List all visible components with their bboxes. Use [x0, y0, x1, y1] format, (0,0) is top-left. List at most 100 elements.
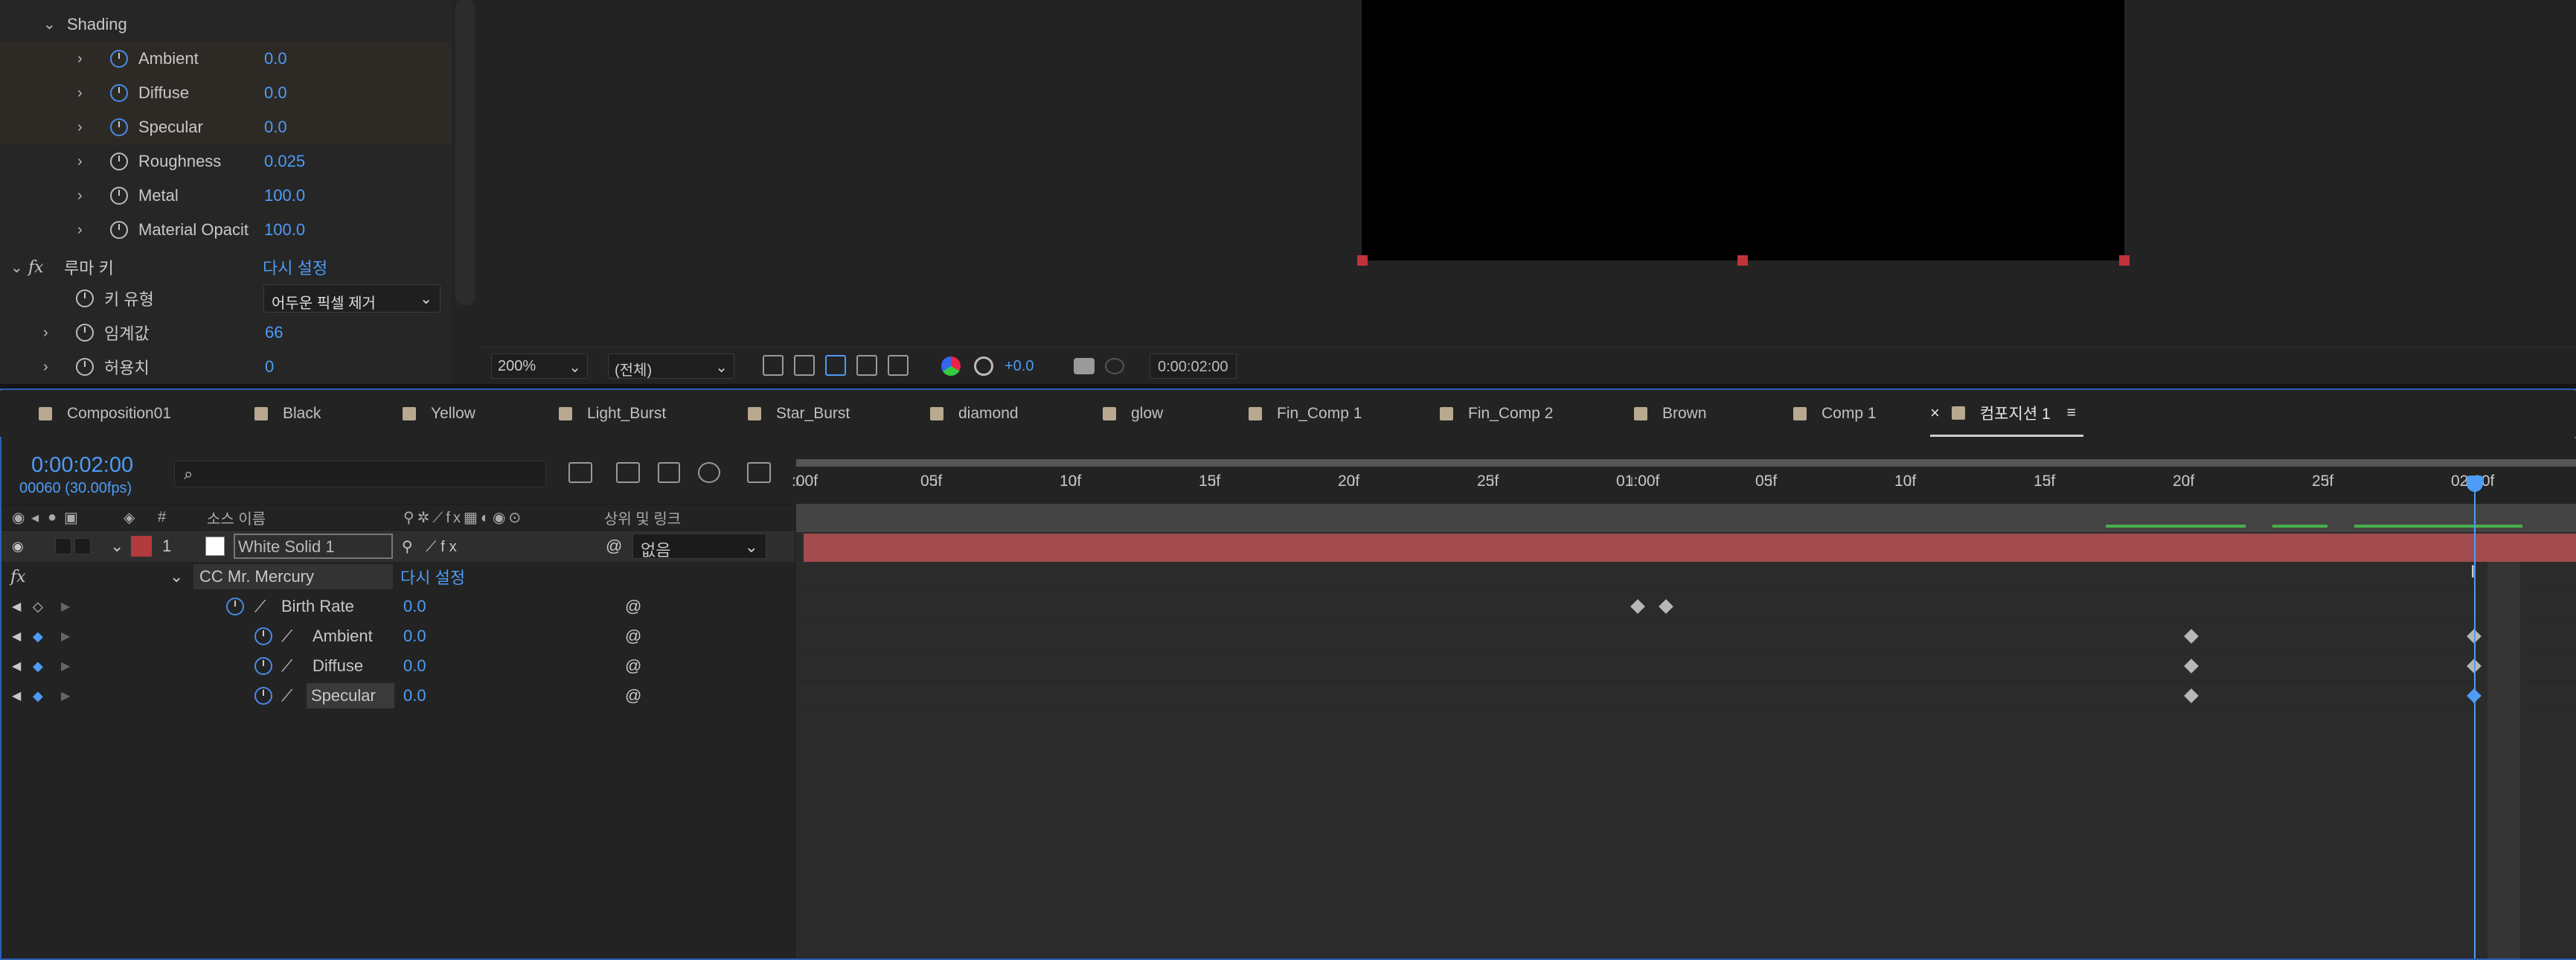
- parent-link-header[interactable]: 상위 및 링크: [604, 507, 681, 528]
- pickwhip-icon[interactable]: @: [625, 627, 641, 646]
- prop-row-ambient[interactable]: ◀ ◆ ▶ ⟋ Ambient 0.0 @: [1, 621, 795, 651]
- comp-mini-flowchart-icon[interactable]: [568, 462, 592, 483]
- resolution-dropdown[interactable]: (전체) ⌄: [608, 353, 734, 379]
- show-snapshot-icon[interactable]: [1105, 358, 1124, 374]
- graph-icon[interactable]: ⟋: [281, 627, 292, 646]
- transform-handle[interactable]: [2119, 255, 2130, 266]
- property-value[interactable]: 100.0: [264, 186, 305, 205]
- effect-row[interactable]: fx ⌄ CC Mr. Mercury 다시 설정: [1, 562, 795, 592]
- luma-key-effect-row[interactable]: ⌄ fx 루마 키 다시 설정: [0, 250, 452, 284]
- region-of-interest-icon[interactable]: [856, 355, 877, 376]
- transparency-grid-icon[interactable]: [794, 355, 815, 376]
- color-channels-icon[interactable]: [941, 356, 961, 376]
- tab-light-burst[interactable]: Light_Burst: [559, 391, 666, 437]
- keyframe[interactable]: [2184, 629, 2199, 644]
- pickwhip-icon[interactable]: @: [625, 686, 641, 705]
- next-keyframe-icon[interactable]: ▶: [61, 599, 70, 614]
- label-tag-icon[interactable]: ◈: [124, 508, 135, 527]
- fx-icon[interactable]: fx: [10, 568, 26, 586]
- visibility-eye-icon[interactable]: ◉: [12, 539, 24, 554]
- graph-icon[interactable]: ⟋: [281, 656, 292, 676]
- stopwatch-icon[interactable]: [110, 118, 128, 136]
- playhead-line[interactable]: [2474, 487, 2476, 959]
- stopwatch-icon[interactable]: [110, 221, 128, 239]
- add-keyframe-icon[interactable]: ◇: [33, 599, 43, 615]
- prop-value[interactable]: 0.0: [403, 597, 426, 616]
- keyframe[interactable]: [1630, 599, 1645, 614]
- property-row-diffuse[interactable]: › Diffuse 0.0: [0, 76, 452, 110]
- prop-row-diffuse[interactable]: ◀ ◆ ▶ ⟋ Diffuse 0.0 @: [1, 651, 795, 681]
- audio-icon[interactable]: ◂: [31, 508, 39, 527]
- chevron-right-icon[interactable]: ›: [77, 153, 83, 170]
- property-value[interactable]: 0.0: [264, 83, 287, 103]
- chevron-down-icon[interactable]: ⌄: [170, 567, 183, 586]
- chevron-right-icon[interactable]: ›: [77, 119, 83, 136]
- reset-link[interactable]: 다시 설정: [263, 255, 327, 279]
- prev-keyframe-icon[interactable]: ◀: [12, 599, 21, 614]
- property-value[interactable]: 0: [265, 357, 274, 377]
- stopwatch-icon[interactable]: [254, 657, 272, 675]
- key-type-dropdown[interactable]: 어두운 픽셀 제거 ⌄: [263, 284, 440, 313]
- tab-diamond[interactable]: diamond: [930, 391, 1019, 437]
- property-row-ambient[interactable]: › Ambient 0.0: [0, 42, 452, 76]
- stopwatch-icon[interactable]: [76, 289, 94, 307]
- chevron-down-icon[interactable]: ⌄: [43, 15, 56, 33]
- property-value[interactable]: 0.025: [264, 152, 305, 171]
- tolerance-row[interactable]: › 허용치 0: [0, 350, 452, 384]
- prev-keyframe-icon[interactable]: ◀: [12, 629, 21, 644]
- snapshot-camera-icon[interactable]: [1074, 358, 1095, 374]
- property-row-roughness[interactable]: › Roughness 0.025: [0, 144, 452, 179]
- chevron-right-icon[interactable]: ›: [77, 188, 83, 205]
- keyframe[interactable]: [2184, 688, 2199, 703]
- prop-value[interactable]: 0.0: [403, 656, 426, 676]
- effect-name[interactable]: CC Mr. Mercury: [193, 564, 393, 589]
- eye-icon[interactable]: ◉: [12, 508, 25, 527]
- motion-blur-icon[interactable]: [747, 462, 771, 483]
- tab-fin-comp-2[interactable]: Fin_Comp 2: [1440, 391, 1553, 437]
- property-row-material-opacity[interactable]: › Material Opacit 100.0: [0, 213, 452, 247]
- viewer-timecode[interactable]: 0:00:02:00: [1150, 353, 1237, 379]
- chevron-down-icon[interactable]: ⌄: [110, 537, 124, 556]
- next-keyframe-icon[interactable]: ▶: [61, 659, 70, 673]
- stopwatch-icon[interactable]: [110, 84, 128, 102]
- property-value[interactable]: 66: [265, 323, 283, 342]
- hide-shy-layers-icon[interactable]: [658, 462, 680, 483]
- prev-keyframe-icon[interactable]: ◀: [12, 659, 21, 673]
- draft-3d-icon[interactable]: [616, 462, 640, 483]
- chevron-right-icon[interactable]: ›: [43, 359, 48, 376]
- prop-value[interactable]: 0.0: [403, 627, 426, 646]
- layer-name[interactable]: White Solid 1: [234, 534, 393, 559]
- timeline-graph-area[interactable]: :00f 05f 10f 15f 20f 25f 01:00f 05f 10f 15f 20f 25f…: [792, 438, 2576, 959]
- tab-glow[interactable]: glow: [1103, 391, 1163, 437]
- property-value[interactable]: 0.0: [264, 49, 287, 68]
- keyframe-active-icon[interactable]: ◆: [33, 659, 43, 674]
- scrollbar[interactable]: [455, 0, 475, 305]
- close-icon[interactable]: ×: [1930, 403, 1940, 423]
- tab-yellow[interactable]: Yellow: [403, 391, 475, 437]
- stopwatch-icon[interactable]: [226, 598, 244, 615]
- chevron-right-icon[interactable]: ›: [77, 51, 83, 68]
- fast-preview-icon[interactable]: [763, 355, 784, 376]
- time-ruler[interactable]: :00f 05f 10f 15f 20f 25f 01:00f 05f 10f 15f 20f 25f…: [792, 438, 2576, 505]
- stopwatch-icon[interactable]: [110, 187, 128, 205]
- tab-fin-comp-1[interactable]: Fin_Comp 1: [1249, 391, 1362, 437]
- pickwhip-icon[interactable]: @: [625, 597, 641, 616]
- solo-icon[interactable]: ●: [48, 509, 57, 526]
- tab-star-burst[interactable]: Star_Burst: [748, 391, 850, 437]
- frame-blending-icon[interactable]: [698, 462, 720, 483]
- keyframe-active-icon[interactable]: ◆: [33, 688, 43, 704]
- search-input[interactable]: ⌕: [174, 461, 546, 487]
- lock-toggle[interactable]: [74, 538, 91, 554]
- stopwatch-icon[interactable]: [110, 153, 128, 170]
- current-time[interactable]: 0:00:02:00: [31, 453, 133, 478]
- tab-composition-1-active[interactable]: × 컴포지션 1 ≡: [1930, 391, 2083, 437]
- prop-value[interactable]: 0.0: [403, 686, 426, 705]
- mask-path-icon[interactable]: [825, 355, 846, 376]
- composition-canvas[interactable]: [1362, 0, 2124, 260]
- shading-group-row[interactable]: ⌄ Shading: [0, 7, 452, 42]
- stopwatch-icon[interactable]: [76, 358, 94, 376]
- property-value[interactable]: 0.0: [264, 118, 287, 137]
- keyframe[interactable]: [1659, 599, 1673, 614]
- tab-brown[interactable]: Brown: [1634, 391, 1707, 437]
- stopwatch-icon[interactable]: [254, 687, 272, 705]
